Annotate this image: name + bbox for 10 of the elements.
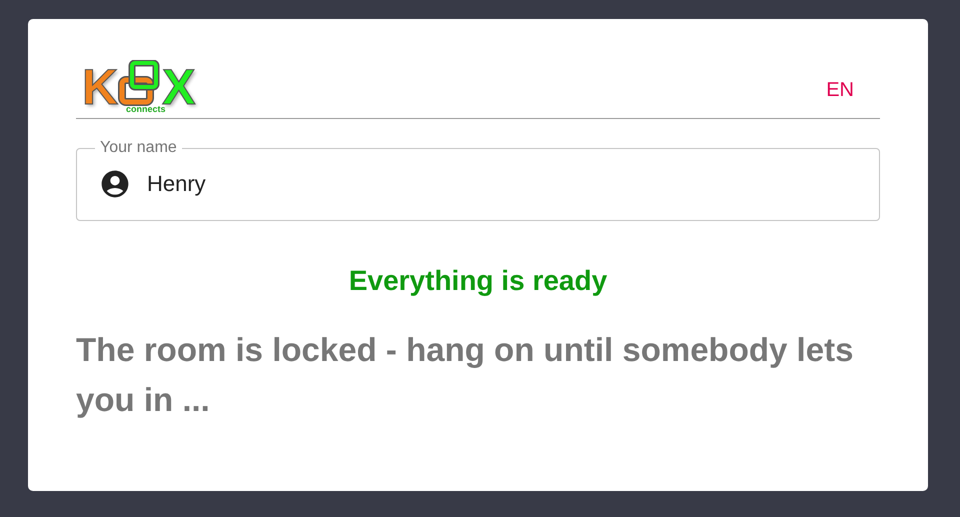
logo-tagline: connects <box>126 104 166 114</box>
language-button[interactable]: EN <box>822 75 858 106</box>
chain-link-icon <box>118 60 162 106</box>
name-field[interactable]: Your name Henry <box>76 139 880 221</box>
waiting-message: The room is locked - hang on until somebody lets you in ... <box>76 330 854 420</box>
name-input[interactable]: Henry <box>145 170 857 198</box>
status-text: Everything is ready <box>348 265 608 297</box>
field-label: Your name <box>99 139 178 157</box>
logo-letter: K <box>82 62 118 112</box>
account-icon <box>99 168 131 200</box>
